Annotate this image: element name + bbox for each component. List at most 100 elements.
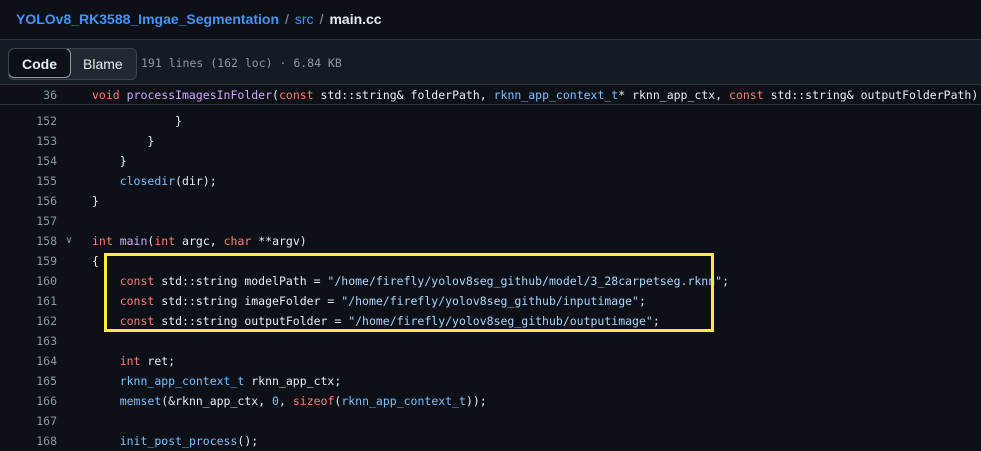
- line-number[interactable]: 168: [0, 431, 57, 451]
- code-token-ty: rknn_app_context_t: [341, 394, 466, 408]
- code-token: }: [92, 194, 99, 208]
- line-number[interactable]: 158: [0, 231, 57, 251]
- code-token: * rknn_app_ctx,: [618, 88, 730, 102]
- code-line: 167: [0, 411, 981, 431]
- sticky-header-line[interactable]: 36 void processImagesInFolder(const std:…: [0, 85, 981, 105]
- code-line: 156}: [0, 191, 981, 211]
- code-token-kw: int: [92, 234, 120, 248]
- breadcrumb-separator: /: [319, 11, 324, 27]
- code-line: 165 rknn_app_context_t rknn_app_ctx;: [0, 371, 981, 391]
- line-number[interactable]: 154: [0, 151, 57, 171]
- code-line: 158 ∨ int main(int argc, char **argv): [0, 231, 981, 251]
- code-token-st: "/home/firefly/yolov8seg_github/model/3_…: [327, 274, 723, 288]
- code-token-kw: const: [278, 88, 321, 102]
- code-token: }: [92, 114, 183, 128]
- code-token: ;: [652, 314, 660, 328]
- code-token: ,: [278, 394, 293, 408]
- line-code: memset(&rknn_app_ctx, 0, sizeof(rknn_app…: [92, 391, 487, 411]
- code-token: ret;: [147, 354, 176, 368]
- code-token: ;: [722, 274, 730, 288]
- line-code: }: [92, 131, 154, 151]
- code-line: 153 }: [0, 131, 981, 151]
- line-code: rknn_app_context_t rknn_app_ctx;: [92, 371, 342, 391]
- blame-view-button[interactable]: Blame: [70, 49, 136, 79]
- code-token: (: [272, 88, 279, 102]
- line-number[interactable]: 153: [0, 131, 57, 151]
- breadcrumb: YOLOv8_RK3588_Imgae_Segmentation / src /…: [16, 9, 382, 29]
- line-number[interactable]: 36: [0, 85, 57, 105]
- code-token: ));: [465, 394, 487, 408]
- code-view-button[interactable]: Code: [8, 49, 71, 78]
- line-number[interactable]: 159: [0, 251, 57, 271]
- code-token-kw: const: [119, 314, 162, 328]
- code-token: }: [92, 134, 155, 148]
- code-line: 152 }: [0, 111, 981, 131]
- code-line: 162 const std::string outputFolder = "/h…: [0, 311, 981, 331]
- code-line: 159 {: [0, 251, 981, 271]
- line-number[interactable]: 157: [0, 211, 57, 231]
- code-line: 157: [0, 211, 981, 231]
- code-line: 166 memset(&rknn_app_ctx, 0, sizeof(rknn…: [0, 391, 981, 411]
- code-token-kw: const: [729, 88, 771, 102]
- file-toolbar: Code Blame 191 lines (162 loc) · 6.84 KB: [0, 39, 981, 85]
- line-number[interactable]: 165: [0, 371, 57, 391]
- code-line: 154 }: [0, 151, 981, 171]
- line-code: {: [92, 251, 99, 271]
- code-token: argc,: [182, 234, 224, 248]
- code-token: {: [92, 254, 99, 268]
- breadcrumb-folder-link[interactable]: src: [295, 11, 314, 27]
- code-token: (dir);: [175, 174, 217, 188]
- code-token: std::string outputFolder =: [161, 314, 349, 328]
- code-token: (&rknn_app_ctx,: [161, 394, 273, 408]
- code-token-st: "/home/firefly/yolov8seg_github/outputim…: [348, 314, 653, 328]
- line-number[interactable]: 161: [0, 291, 57, 311]
- code-token-ty: memset: [119, 394, 162, 408]
- line-code: void processImagesInFolder(const std::st…: [92, 85, 981, 105]
- line-code: const std::string outputFolder = "/home/…: [92, 311, 660, 331]
- file-meta: 191 lines (162 loc) · 6.84 KB: [141, 56, 342, 70]
- line-number[interactable]: 152: [0, 111, 57, 131]
- code-line: 164 int ret;: [0, 351, 981, 371]
- code-viewer[interactable]: 152 } 153 } 154 } 155 closedir(dir); 156} 157…: [0, 85, 981, 451]
- line-code: const std::string modelPath = "/home/fir…: [92, 271, 729, 291]
- view-toggle: Code Blame: [8, 48, 137, 80]
- code-token: ;: [638, 294, 646, 308]
- code-token: rknn_app_ctx;: [244, 374, 342, 388]
- line-number[interactable]: 167: [0, 411, 57, 431]
- line-number[interactable]: 166: [0, 391, 57, 411]
- code-line: 168 init_post_process();: [0, 431, 981, 451]
- code-token: std::string& outputFolderPath) {: [770, 88, 981, 102]
- code-token-kw: void: [92, 88, 127, 102]
- line-number[interactable]: 162: [0, 311, 57, 331]
- fold-chevron-icon[interactable]: ∨: [66, 231, 78, 251]
- code-token-nm: 0: [272, 394, 279, 408]
- line-number[interactable]: 163: [0, 331, 57, 351]
- code-token: }: [92, 154, 127, 168]
- code-token-ty: rknn_app_context_t: [493, 88, 619, 102]
- line-number[interactable]: 156: [0, 191, 57, 211]
- code-token: **argv): [258, 234, 307, 248]
- code-token-fn: main: [119, 234, 148, 248]
- code-token: std::string& folderPath,: [320, 88, 494, 102]
- line-code: const std::string imageFolder = "/home/f…: [92, 291, 646, 311]
- code-token-ty: rknn_app_context_t: [119, 374, 245, 388]
- code-token: std::string imageFolder =: [161, 294, 342, 308]
- line-number[interactable]: 160: [0, 271, 57, 291]
- line-code: }: [92, 111, 182, 131]
- line-number[interactable]: 155: [0, 171, 57, 191]
- code-token-st: "/home/firefly/yolov8seg_github/inputima…: [341, 294, 639, 308]
- line-code: int ret;: [92, 351, 175, 371]
- code-token-kw: sizeof: [292, 394, 335, 408]
- line-number[interactable]: 164: [0, 351, 57, 371]
- code-token-kw: int: [119, 354, 148, 368]
- code-token: ();: [237, 434, 259, 448]
- line-code: closedir(dir);: [92, 171, 217, 191]
- breadcrumb-repo-link[interactable]: YOLOv8_RK3588_Imgae_Segmentation: [16, 11, 279, 27]
- code-token-ty: init_post_process: [119, 434, 238, 448]
- code-token-ty: closedir: [119, 174, 176, 188]
